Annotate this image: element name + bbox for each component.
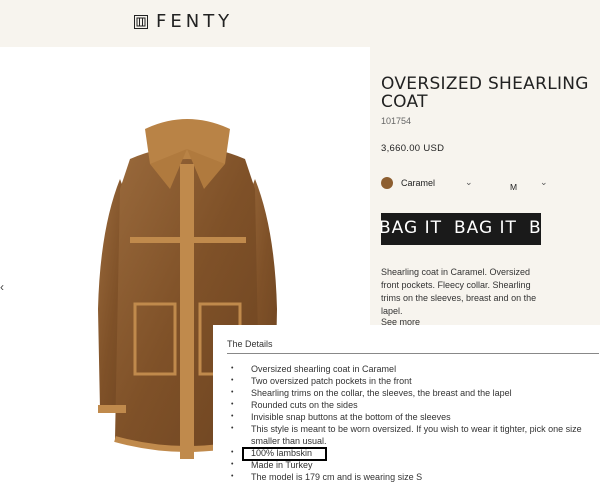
details-list: Oversized shearling coat in Caramel Two … xyxy=(231,363,600,483)
color-swatch xyxy=(381,177,393,189)
chevron-left-icon[interactable]: ‹ xyxy=(0,280,4,294)
brand-logo[interactable]: FENTY xyxy=(134,11,233,32)
details-panel: The Details Oversized shearling coat in … xyxy=(213,325,600,501)
bag-it-label: BAG IT xyxy=(528,218,541,238)
bag-it-button[interactable]: BAG IT BAG IT BAG IT xyxy=(381,213,541,245)
chevron-down-icon: ⌄ xyxy=(465,177,473,187)
size-select[interactable]: M ⌄ xyxy=(510,177,550,192)
product-sku: 101754 xyxy=(381,116,412,126)
list-item: Invisible snap buttons at the bottom of … xyxy=(231,411,600,423)
list-item: The model is 179 cm and is wearing size … xyxy=(231,471,600,483)
color-select[interactable]: Caramel ⌄ xyxy=(381,176,473,190)
list-item: Two oversized patch pockets in the front xyxy=(231,375,600,387)
brand-logo-icon xyxy=(134,14,148,29)
list-item: This style is meant to be worn oversized… xyxy=(231,423,600,447)
list-item: Shearling trims on the collar, the sleev… xyxy=(231,387,600,399)
bag-it-label: BAG IT xyxy=(453,218,517,238)
brand-name: FENTY xyxy=(156,11,234,32)
chevron-down-icon: ⌄ xyxy=(540,177,548,187)
highlight-box xyxy=(242,447,327,461)
color-select-label: Caramel xyxy=(401,178,436,188)
size-select-label: M xyxy=(510,182,518,192)
site-header: FENTY xyxy=(0,0,600,44)
list-item: Oversized shearling coat in Caramel xyxy=(231,363,600,375)
product-title: OVERSIZED SHEARLING COAT xyxy=(381,74,589,112)
bag-it-label: BAG IT xyxy=(381,218,442,238)
product-description: Shearling coat in Caramel. Oversized fro… xyxy=(381,267,537,316)
product-price: 3,660.00 USD xyxy=(381,143,445,154)
divider xyxy=(227,353,599,354)
details-title: The Details xyxy=(227,339,273,349)
list-item: Rounded cuts on the sides xyxy=(231,399,600,411)
